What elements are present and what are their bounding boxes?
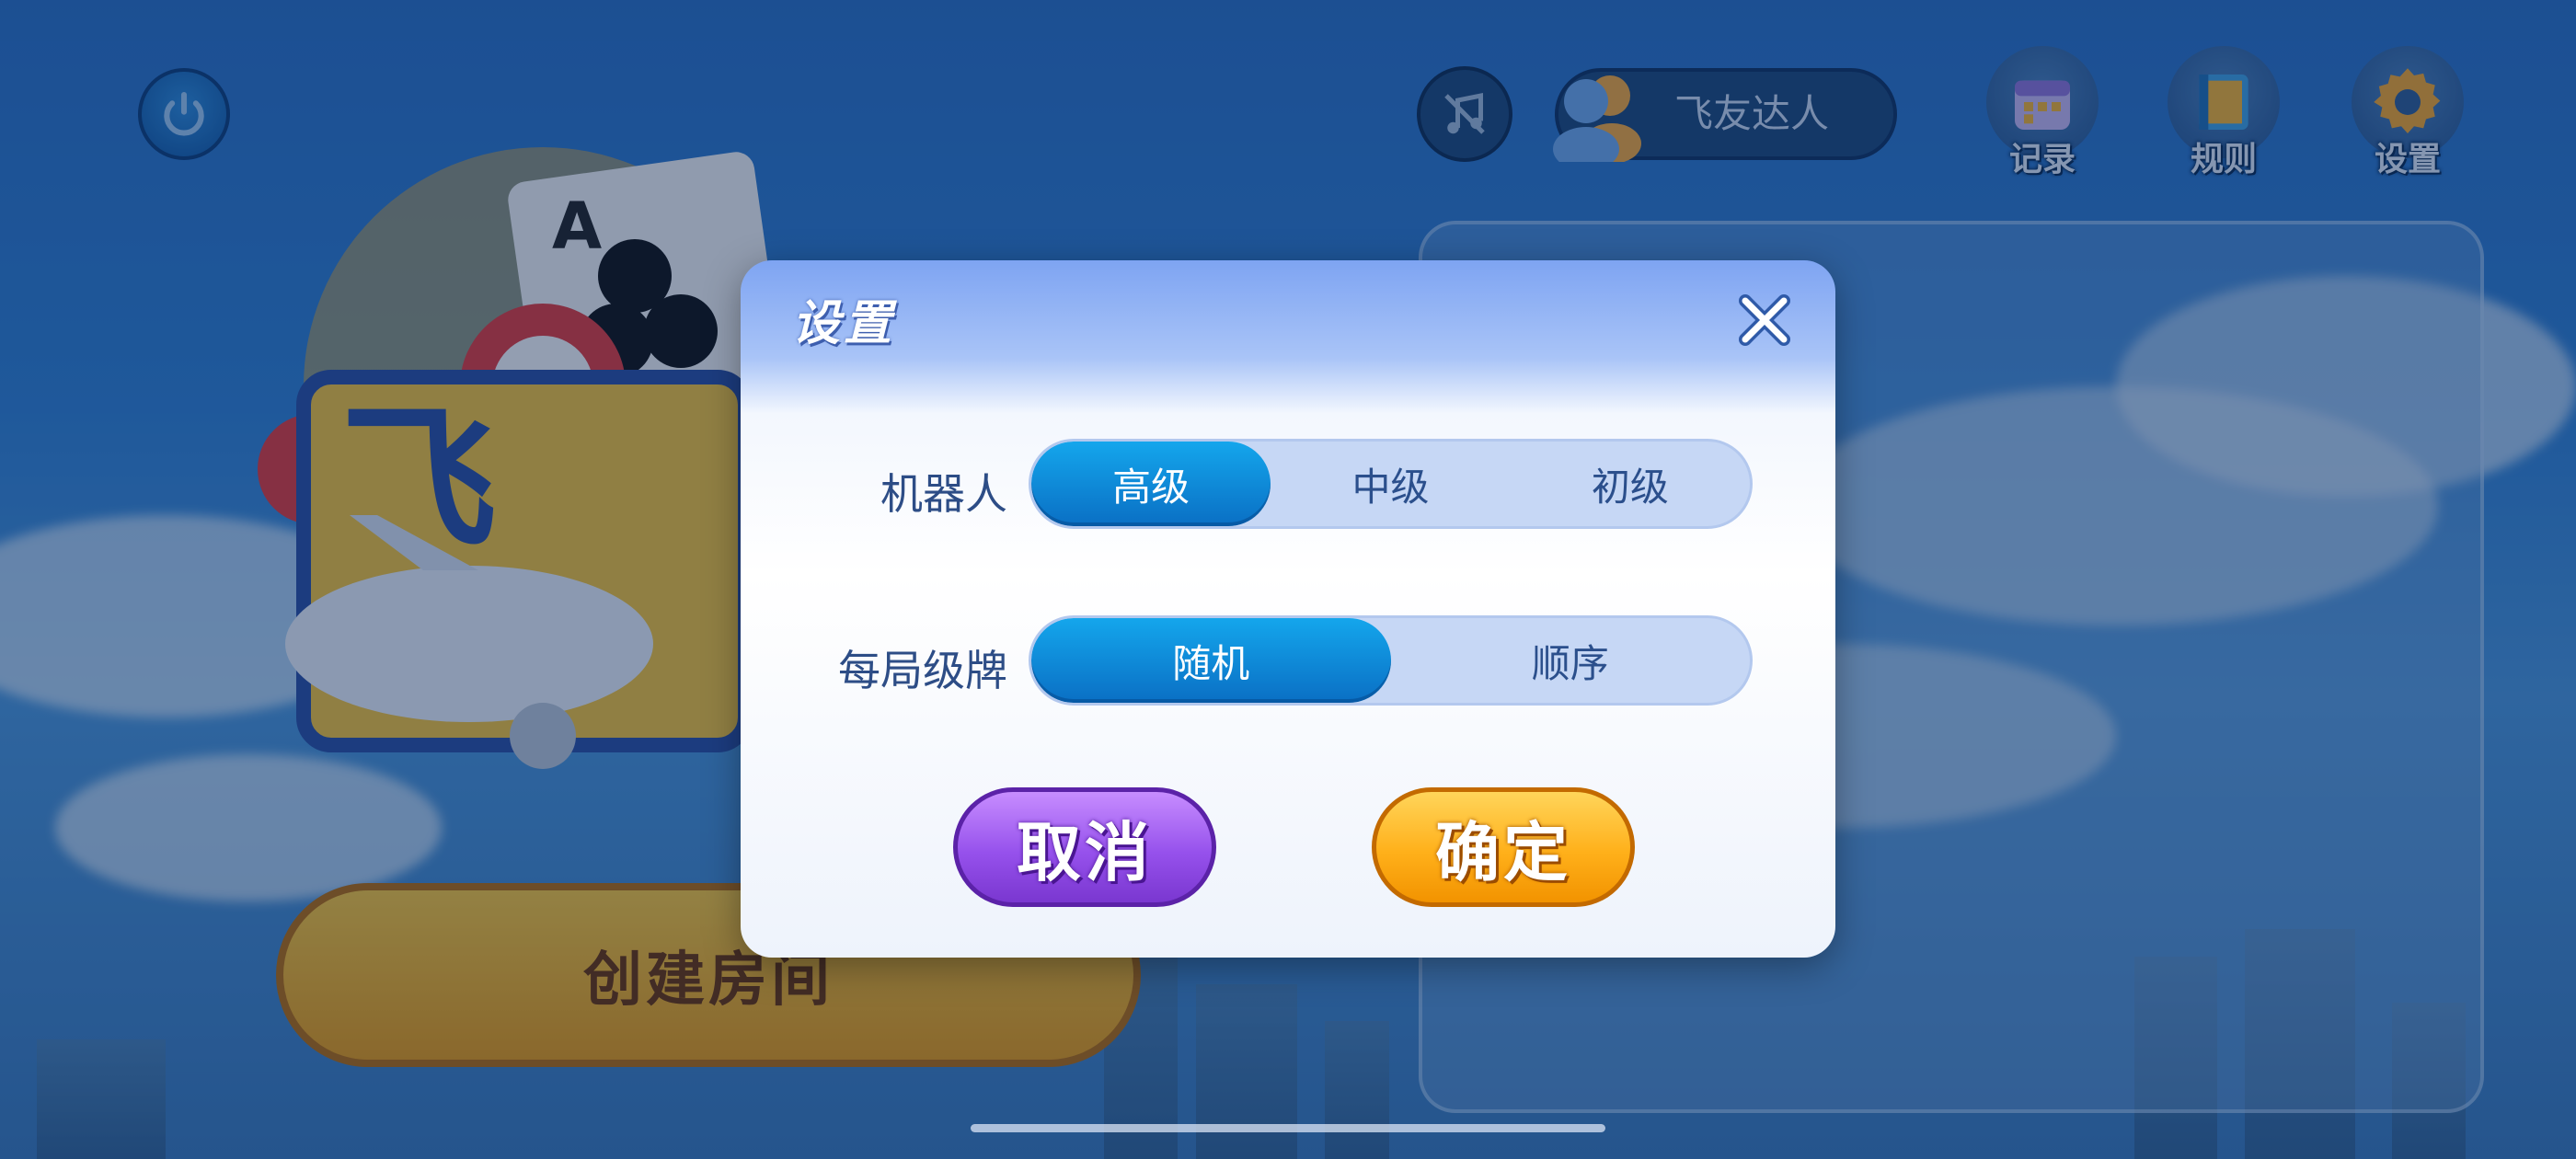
robot-option-advanced[interactable]: 高级	[1031, 442, 1271, 526]
level-card-label: 每局级牌	[838, 646, 1007, 695]
level-card-selector: 随机 顺序	[1029, 615, 1753, 706]
dialog-title: 设置	[792, 296, 896, 351]
robot-level-selector: 高级 中级 初级	[1029, 439, 1753, 529]
robot-label: 机器人	[880, 469, 1007, 519]
robot-option-beginner[interactable]: 初级	[1511, 442, 1750, 526]
home-indicator[interactable]	[971, 1124, 1605, 1132]
settings-dialog: 设置 机器人 高级 中级 初级 每局级牌 随机 顺序 取消 确定	[741, 260, 1835, 958]
confirm-button[interactable]: 确定	[1372, 787, 1635, 907]
close-icon[interactable]	[1732, 288, 1797, 352]
level-option-sequential[interactable]: 顺序	[1391, 618, 1751, 703]
robot-option-intermediate[interactable]: 中级	[1271, 442, 1510, 526]
cancel-button[interactable]: 取消	[953, 787, 1216, 907]
level-option-random[interactable]: 随机	[1031, 618, 1391, 703]
